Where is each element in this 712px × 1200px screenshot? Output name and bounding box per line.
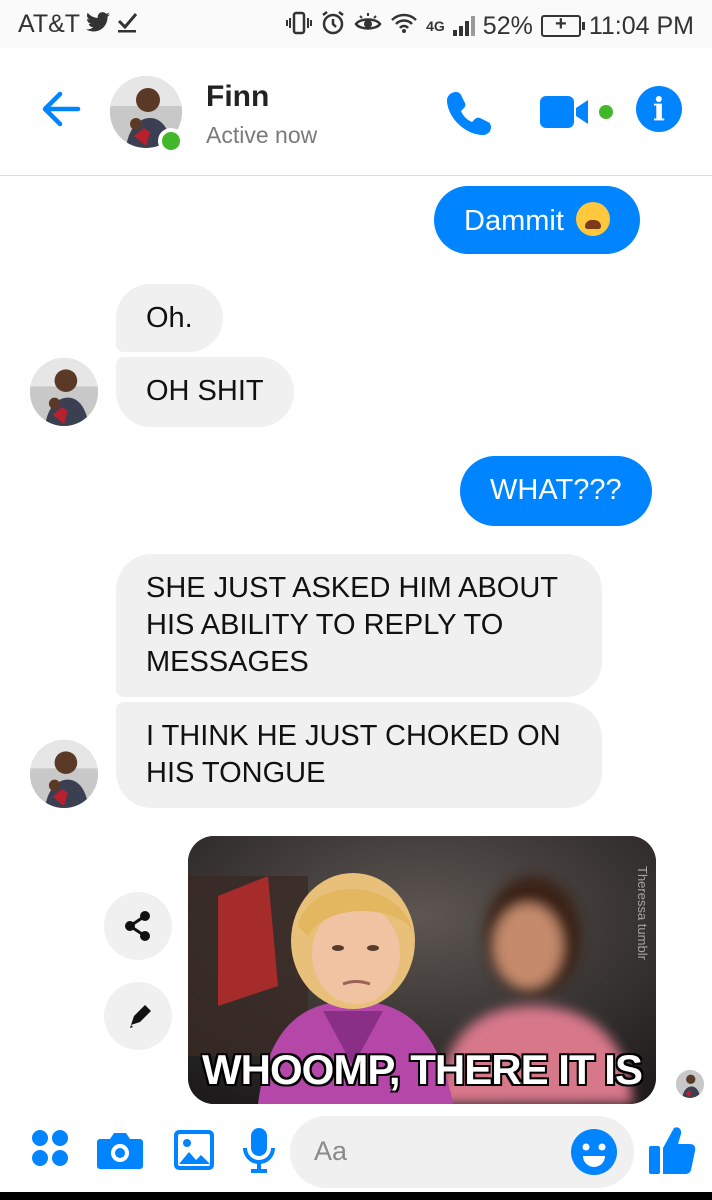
camera-icon[interactable] — [96, 1130, 144, 1175]
vibrate-icon — [286, 11, 313, 41]
status-bar: AT&T 4G 52% + 11:04 PM — [0, 0, 712, 48]
edit-button[interactable] — [104, 982, 172, 1050]
signal-icon — [452, 16, 475, 36]
status-bar-right: 4G 52% + 11:04 PM — [286, 10, 694, 42]
microphone-icon[interactable] — [242, 1126, 276, 1179]
message-composer: Aa — [0, 1108, 712, 1200]
clock: 11:04 PM — [588, 11, 694, 40]
emoji-icon[interactable] — [570, 1128, 618, 1181]
status-bar-left: AT&T — [18, 10, 138, 39]
gallery-icon[interactable] — [172, 1128, 216, 1177]
crying-face-emoji-icon — [575, 202, 610, 236]
network-type-label: 4G — [426, 18, 445, 34]
battery-percent: 52% — [482, 11, 533, 40]
conversation-header: Finn Active now i — [0, 48, 712, 176]
contact-name[interactable]: Finn — [206, 80, 269, 114]
like-thumbs-up-icon[interactable] — [648, 1124, 696, 1181]
battery-charging-icon: + — [540, 13, 585, 37]
message-incoming[interactable]: SHE JUST ASKED HIM ABOUT HIS ABILITY TO … — [116, 554, 602, 697]
pencil-icon — [130, 1005, 151, 1028]
video-call-icon[interactable] — [538, 94, 616, 130]
message-text: SHE JUST ASKED HIM ABOUT HIS ABILITY TO … — [146, 572, 558, 678]
gif-watermark: Theressa tumblr — [635, 866, 650, 960]
message-text: I THINK HE JUST CHOKED ON HIS TONGUE — [146, 720, 561, 789]
message-incoming[interactable]: OH SHIT — [116, 357, 294, 427]
message-outgoing[interactable]: Dammit — [434, 186, 640, 254]
message-text: Dammit — [464, 205, 564, 237]
message-text: Oh. — [146, 302, 193, 334]
wifi-icon — [390, 12, 418, 40]
share-button[interactable] — [104, 892, 172, 960]
message-incoming[interactable]: Oh. — [116, 284, 223, 352]
read-receipt-avatar — [676, 1070, 704, 1098]
active-status: Active now — [206, 122, 318, 148]
message-text: WHAT??? — [490, 474, 622, 506]
gif-caption: WHOOMP, THERE IT IS — [202, 1046, 643, 1093]
message-outgoing[interactable]: WHAT??? — [460, 456, 652, 526]
phone-call-icon[interactable] — [446, 88, 494, 136]
gif-message[interactable]: Theressa tumblr WHOOMP, THERE IT IS — [188, 836, 656, 1104]
sender-avatar[interactable] — [30, 740, 98, 808]
carrier-label: AT&T — [18, 10, 81, 38]
more-apps-icon[interactable] — [30, 1128, 70, 1173]
twitter-icon — [86, 11, 111, 38]
back-arrow-icon[interactable] — [38, 86, 84, 132]
share-icon — [125, 911, 150, 941]
download-check-icon — [116, 11, 138, 39]
online-status-dot — [158, 128, 184, 154]
eye-comfort-icon — [354, 12, 382, 40]
sender-avatar[interactable] — [30, 358, 98, 426]
alarm-icon — [320, 10, 346, 42]
info-icon[interactable]: i — [636, 86, 682, 132]
system-nav-bar — [0, 1192, 712, 1200]
message-input-placeholder: Aa — [314, 1136, 348, 1166]
message-incoming[interactable]: I THINK HE JUST CHOKED ON HIS TONGUE — [116, 702, 602, 808]
message-text: OH SHIT — [146, 375, 264, 407]
